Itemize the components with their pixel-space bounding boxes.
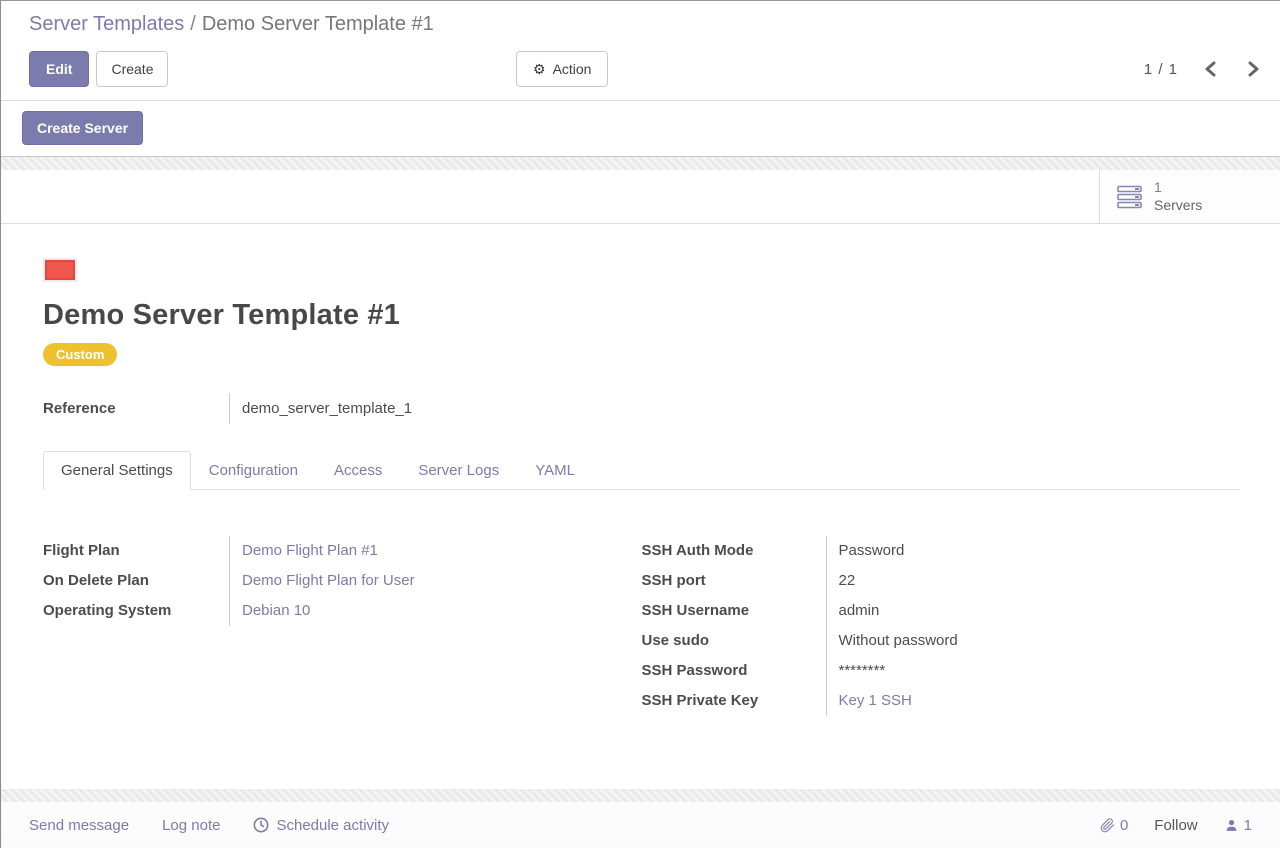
flight-plan-label: Flight Plan [43, 536, 229, 566]
pager: 1 / 1 [1144, 61, 1260, 78]
background-strip-top [1, 157, 1280, 170]
create-button[interactable]: Create [96, 51, 168, 87]
clock-icon [253, 817, 269, 833]
tab-configuration[interactable]: Configuration [191, 452, 316, 489]
tab-yaml[interactable]: YAML [517, 452, 593, 489]
followers-count: 1 [1244, 817, 1252, 834]
ssh-private-key-label: SSH Private Key [642, 686, 826, 716]
reference-value: demo_server_template_1 [229, 393, 412, 424]
tab-access[interactable]: Access [316, 452, 400, 489]
template-image-thumbnail [43, 258, 77, 282]
ssh-password-label: SSH Password [642, 656, 826, 686]
use-sudo-label: Use sudo [642, 626, 826, 656]
field-labels: Flight Plan On Delete Plan Operating Sys… [43, 536, 229, 626]
chatter-toolbar: Send message Log note Schedule activity … [1, 802, 1280, 848]
servers-stat-button[interactable]: 1 Servers [1099, 170, 1280, 223]
servers-stat-text: 1 Servers [1154, 179, 1202, 214]
tab-general-settings[interactable]: General Settings [43, 451, 191, 490]
ssh-private-key-value-link[interactable]: Key 1 SSH [839, 686, 1241, 716]
control-panel: Server Templates / Demo Server Template #1… [1, 1, 1280, 101]
breadcrumb-parent-link[interactable]: Server Templates [29, 13, 184, 35]
chevron-left-icon[interactable] [1204, 61, 1217, 77]
action-dropdown-button[interactable]: ⚙ Action [516, 51, 608, 87]
breadcrumb-separator: / [190, 13, 196, 35]
field-group-right: SSH Auth Mode SSH port SSH Username Use … [642, 536, 1241, 716]
on-delete-plan-label: On Delete Plan [43, 566, 229, 596]
window: Server Templates / Demo Server Template #1… [0, 0, 1280, 848]
sheet-content: Demo Server Template #1 Custom Reference… [1, 224, 1280, 716]
ssh-username-value: admin [839, 596, 1241, 626]
tab-server-logs[interactable]: Server Logs [400, 452, 517, 489]
send-message-button[interactable]: Send message [29, 817, 129, 834]
servers-count: 1 [1154, 179, 1202, 197]
field-values: Password 22 admin Without password *****… [826, 536, 1241, 716]
pager-nav [1204, 61, 1260, 77]
form-sheet: 1 Servers Demo Server Template #1 Custom… [1, 170, 1280, 789]
control-panel-buttons: Edit Create ⚙ Action 1 / 1 [29, 51, 1260, 87]
statusbar: Create Server [1, 101, 1280, 157]
reference-field-row: Reference demo_server_template_1 [43, 393, 1240, 424]
breadcrumb-current: Demo Server Template #1 [202, 13, 434, 35]
reference-label: Reference [43, 393, 229, 424]
ssh-auth-mode-value: Password [839, 536, 1241, 566]
chatter-right-tools: 0 Follow 1 [1100, 817, 1252, 834]
operating-system-value-link[interactable]: Debian 10 [242, 596, 642, 626]
person-icon [1224, 818, 1239, 833]
pager-value[interactable]: 1 / 1 [1144, 61, 1178, 78]
ssh-username-label: SSH Username [642, 596, 826, 626]
background-strip-bottom [1, 789, 1280, 802]
create-server-button[interactable]: Create Server [22, 111, 143, 145]
tab-content-general-settings: Flight Plan On Delete Plan Operating Sys… [43, 490, 1240, 716]
server-stack-icon [1116, 184, 1144, 210]
notebook-tabs: General Settings Configuration Access Se… [43, 451, 1240, 490]
followers-button[interactable]: 1 [1224, 817, 1252, 834]
on-delete-plan-value-link[interactable]: Demo Flight Plan for User [242, 566, 642, 596]
button-box: 1 Servers [1, 170, 1280, 224]
breadcrumb: Server Templates / Demo Server Template #1 [29, 13, 1260, 36]
chevron-right-icon[interactable] [1247, 61, 1260, 77]
attachments-button[interactable]: 0 [1100, 817, 1128, 834]
operating-system-label: Operating System [43, 596, 229, 626]
schedule-activity-label: Schedule activity [276, 817, 389, 834]
field-group-left: Flight Plan On Delete Plan Operating Sys… [43, 536, 642, 716]
field-labels: SSH Auth Mode SSH port SSH Username Use … [642, 536, 826, 716]
gear-icon: ⚙ [533, 62, 546, 76]
ssh-auth-mode-label: SSH Auth Mode [642, 536, 826, 566]
action-button-label: Action [553, 62, 592, 76]
ssh-port-value: 22 [839, 566, 1241, 596]
paperclip-icon [1100, 818, 1115, 833]
flight-plan-value-link[interactable]: Demo Flight Plan #1 [242, 536, 642, 566]
log-note-button[interactable]: Log note [162, 817, 220, 834]
edit-button[interactable]: Edit [29, 51, 89, 87]
record-title: Demo Server Template #1 [43, 299, 1240, 332]
field-values: Demo Flight Plan #1 Demo Flight Plan for… [229, 536, 642, 626]
follow-button[interactable]: Follow [1154, 817, 1197, 834]
schedule-activity-button[interactable]: Schedule activity [253, 817, 389, 834]
attachments-count: 0 [1120, 817, 1128, 834]
ssh-port-label: SSH port [642, 566, 826, 596]
custom-badge: Custom [43, 343, 117, 366]
ssh-password-value: ******** [839, 656, 1241, 686]
use-sudo-value: Without password [839, 626, 1241, 656]
servers-label: Servers [1154, 197, 1202, 215]
